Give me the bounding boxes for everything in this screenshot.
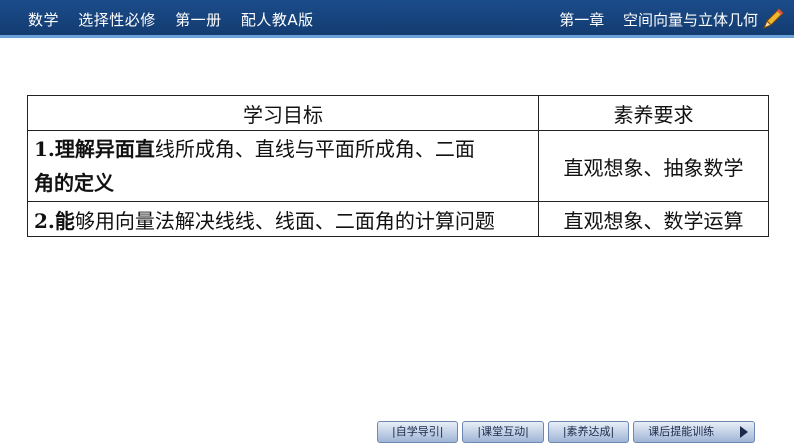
nav-classroom-button[interactable]: |课堂互动| <box>462 421 544 443</box>
column-header-requirements: 素养要求 <box>538 95 769 131</box>
volume-label: 第一册 <box>175 11 222 29</box>
nav-self-study-button[interactable]: |自学导引| <box>377 421 459 443</box>
column-header-goals: 学习目标 <box>27 95 539 131</box>
course-label: 选择性必修 <box>78 11 156 29</box>
table-row: 2.能够用向量法解决线线、线面、二面角的计算问题 直观想象、数学运算 <box>27 201 769 237</box>
goal-cell-1: 1.理解异面直线所成角、直线与平面所成角、二面 角的定义 <box>27 130 539 202</box>
table-header-row: 学习目标 素养要求 <box>27 95 769 131</box>
goal-cell-2: 2.能够用向量法解决线线、线面、二面角的计算问题 <box>27 201 539 237</box>
subject-label: 数学 <box>28 11 60 29</box>
goal-2-bold: 2.能 <box>34 208 75 233</box>
nav-homework-label: 课后提能训练 <box>648 425 715 438</box>
bottom-navigation: |自学导引| |课堂互动| |素养达成| 课后提能训练 <box>377 421 756 443</box>
table-row: 1.理解异面直线所成角、直线与平面所成角、二面 角的定义 直观想象、抽象数学 <box>27 130 769 202</box>
arrow-right-icon <box>740 426 749 438</box>
goal-1-line2: 角的定义 <box>34 171 114 195</box>
edition-label: 配人教A版 <box>240 11 314 29</box>
nav-literacy-button[interactable]: |素养达成| <box>547 421 630 443</box>
goal-1-text: 线所成角、直线与平面所成角、二面 <box>154 137 475 161</box>
pencil-icon <box>763 8 784 29</box>
objectives-table: 学习目标 素养要求 1.理解异面直线所成角、直线与平面所成角、二面 角的定义 直… <box>27 95 769 237</box>
goal-2-text: 够用向量法解决线线、线面、二面角的计算问题 <box>74 208 495 233</box>
requirement-cell-1: 直观想象、抽象数学 <box>538 130 769 202</box>
chapter-title: 空间向量与立体几何 <box>622 11 758 29</box>
nav-homework-button[interactable]: 课后提能训练 <box>633 421 756 443</box>
top-banner: 数学 选择性必修 第一册 配人教A版 第一章 空间向量与立体几何 <box>0 0 794 38</box>
goal-1-bold: 1.理解异面直 <box>34 137 155 161</box>
banner-divider <box>0 35 794 38</box>
book-info: 数学 选择性必修 第一册 配人教A版 <box>28 9 328 30</box>
chapter-info: 第一章 空间向量与立体几何 <box>545 9 758 30</box>
chapter-number: 第一章 <box>559 11 605 29</box>
requirement-cell-2: 直观想象、数学运算 <box>538 201 769 237</box>
